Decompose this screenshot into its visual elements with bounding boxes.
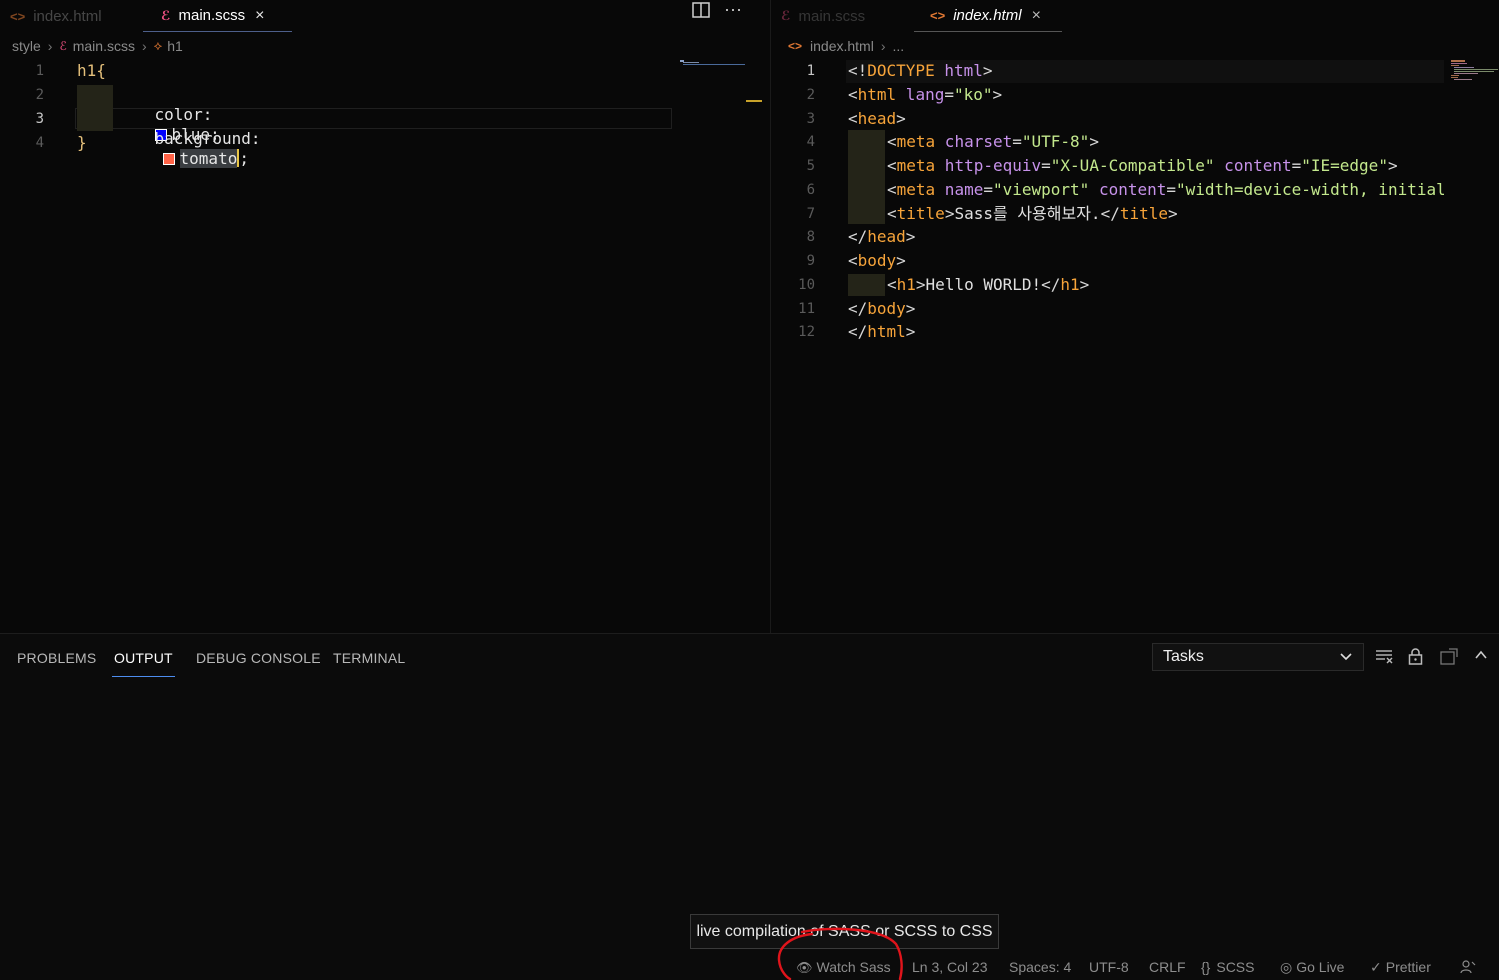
line-number: 4 — [806, 134, 815, 150]
tab-label: index.html — [953, 7, 1022, 24]
output-channel-select[interactable]: Tasks — [1152, 643, 1364, 671]
tab-index-html[interactable]: <> index.html — [10, 0, 102, 32]
symbol-icon: ⟡ — [153, 38, 163, 53]
indentation[interactable]: Spaces: 4 — [1009, 959, 1071, 975]
line-number: 8 — [806, 229, 815, 245]
tab-label: main.scss — [798, 7, 866, 25]
indent-guide — [848, 130, 885, 224]
code-line[interactable]: h1{ — [77, 61, 106, 81]
tab-debug-console[interactable]: DEBUG CONSOLE — [196, 650, 321, 666]
code-line[interactable]: <meta http-equiv="X-UA-Compatible" conte… — [887, 156, 1398, 176]
line-number: 5 — [806, 158, 815, 174]
editor-group-right: ℰ main.scss <> index.html × <> index.htm… — [770, 0, 1499, 633]
html-icon: <> — [788, 39, 803, 53]
tab-label: index.html — [33, 7, 102, 25]
chevron-right-icon: › — [141, 38, 147, 54]
breadcrumb-file[interactable]: main.scss — [73, 38, 135, 54]
breadcrumb-folder[interactable]: style — [12, 38, 41, 54]
line-number: 9 — [806, 253, 815, 269]
code-line[interactable]: } — [77, 133, 87, 153]
breadcrumb: <> index.html › ... — [788, 36, 904, 56]
clear-output-icon[interactable] — [1375, 648, 1393, 669]
close-icon[interactable]: × — [1032, 7, 1041, 25]
sass-icon: ℰ — [161, 7, 171, 23]
status-bar: 👁 Watch Sass Ln 3, Col 23 Spaces: 4 UTF-8… — [0, 955, 1499, 980]
code-line[interactable]: <!DOCTYPE html> — [848, 61, 993, 81]
line-number: 1 — [806, 63, 815, 79]
line-number: 7 — [806, 206, 815, 222]
encoding[interactable]: UTF-8 — [1089, 959, 1129, 975]
maximize-panel-icon[interactable] — [1474, 648, 1488, 667]
code-line[interactable]: </head> — [848, 227, 915, 247]
prettier-button[interactable]: ✓ Prettier — [1370, 959, 1431, 976]
breadcrumb-ellipsis[interactable]: ... — [893, 38, 905, 54]
color-swatch[interactable] — [162, 153, 175, 165]
code-line[interactable]: <meta charset="UTF-8"> — [887, 132, 1099, 152]
line-number: 10 — [798, 277, 815, 293]
feedback-icon[interactable] — [1460, 959, 1476, 978]
code-line[interactable]: </body> — [848, 299, 915, 319]
line-number: 6 — [806, 182, 815, 198]
code-line[interactable]: <head> — [848, 109, 906, 129]
more-actions-icon[interactable]: ··· — [724, 0, 742, 20]
line-number: 2 — [35, 87, 44, 103]
tab-problems[interactable]: PROBLEMS — [17, 650, 96, 666]
double-check-icon: ✓ — [1370, 959, 1382, 975]
select-value: Tasks — [1163, 648, 1204, 665]
minimap[interactable] — [680, 60, 745, 68]
line-number: 4 — [35, 135, 44, 151]
sass-icon: ℰ — [59, 39, 67, 53]
close-icon[interactable]: × — [255, 7, 264, 25]
code-line[interactable]: <meta name="viewport" content="width=dev… — [887, 180, 1444, 200]
open-in-editor-icon[interactable] — [1440, 648, 1458, 670]
html-icon: <> — [930, 8, 946, 23]
broadcast-icon: ◎ — [1280, 959, 1293, 975]
minimap[interactable] — [1451, 60, 1499, 82]
line-number: 11 — [798, 301, 815, 317]
indent-guide — [848, 274, 885, 296]
split-editor-icon[interactable] — [692, 2, 710, 18]
code-line[interactable]: <body> — [848, 251, 906, 271]
bottom-panel: PROBLEMS OUTPUT DEBUG CONSOLE TERMINAL T… — [0, 633, 1499, 956]
tab-terminal[interactable]: TERMINAL — [333, 650, 405, 666]
code-line[interactable]: </html> — [848, 322, 915, 342]
tab-bar-right: ℰ main.scss <> index.html × — [771, 0, 1499, 33]
chevron-right-icon: › — [880, 38, 886, 54]
language-mode[interactable]: {} SCSS — [1201, 959, 1254, 975]
code-line[interactable]: <h1>Hello WORLD!</h1> — [887, 275, 1089, 295]
breadcrumb: style › ℰ main.scss › ⟡ h1 — [12, 36, 183, 56]
line-number: 3 — [35, 111, 44, 127]
line-number: 12 — [798, 324, 815, 340]
tab-main-scss[interactable]: ℰ main.scss × — [143, 0, 292, 32]
code-line[interactable]: <title>Sass를 사용해보자.</title> — [887, 204, 1178, 224]
line-number: 3 — [806, 111, 815, 127]
lock-icon[interactable] — [1408, 648, 1423, 670]
html-icon: <> — [10, 8, 26, 24]
breadcrumb-file[interactable]: index.html — [810, 38, 874, 54]
scrollbar-marker — [746, 100, 762, 102]
tab-main-scss[interactable]: ℰ main.scss — [781, 0, 865, 32]
braces-icon: {} — [1201, 959, 1211, 975]
cursor-position[interactable]: Ln 3, Col 23 — [912, 959, 988, 975]
breadcrumb-symbol[interactable]: h1 — [167, 38, 183, 54]
sass-icon: ℰ — [781, 8, 791, 23]
tab-index-html[interactable]: <> index.html × — [914, 0, 1062, 32]
annotation-circle — [777, 927, 903, 980]
code-line[interactable]: <html lang="ko"> — [848, 85, 1002, 105]
tab-output[interactable]: OUTPUT — [112, 650, 175, 677]
editor-group-left: <> index.html ℰ main.scss × ··· style › … — [0, 0, 770, 633]
indent-guide — [77, 85, 113, 131]
tab-label: main.scss — [178, 7, 246, 24]
go-live-button[interactable]: ◎ Go Live — [1280, 959, 1344, 976]
line-number: 1 — [35, 63, 44, 79]
chevron-down-icon — [1339, 649, 1353, 666]
line-ending[interactable]: CRLF — [1149, 959, 1186, 975]
tab-bar-left: <> index.html ℰ main.scss × ··· — [0, 0, 770, 33]
code-line[interactable]: background: tomato; — [116, 109, 261, 189]
chevron-right-icon: › — [47, 38, 53, 54]
line-number: 2 — [806, 87, 815, 103]
